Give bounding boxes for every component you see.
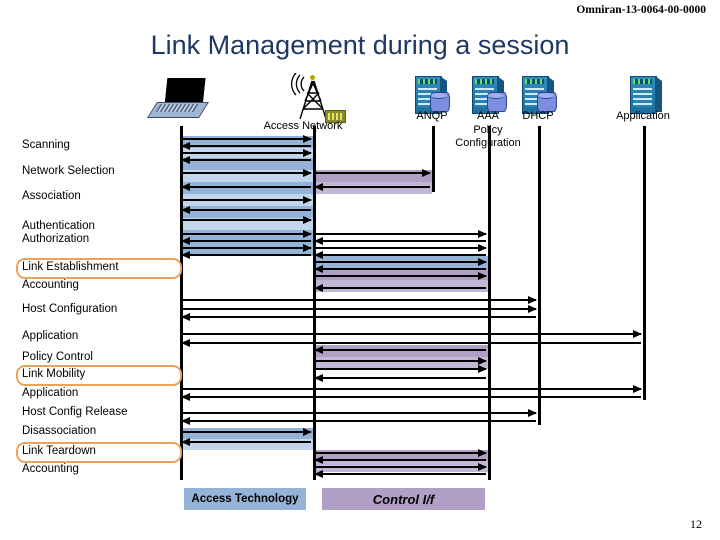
router-leds bbox=[328, 113, 343, 120]
message-arrow bbox=[182, 427, 312, 436]
lifeline-anqp bbox=[432, 126, 435, 192]
message-arrow bbox=[314, 182, 430, 191]
message-arrow bbox=[315, 364, 487, 373]
phase-label: Association bbox=[22, 190, 81, 202]
message-arrow bbox=[181, 141, 311, 150]
message-arrow bbox=[181, 236, 311, 245]
message-arrow bbox=[314, 250, 486, 259]
message-arrow bbox=[182, 229, 312, 238]
slide-canvas: Omniran-13-0064-00-0000 Link Management … bbox=[0, 0, 720, 540]
page-number: 12 bbox=[690, 517, 702, 531]
message-arrow bbox=[315, 257, 487, 266]
legend-item: Access Technology bbox=[184, 488, 306, 510]
message-arrow bbox=[315, 243, 487, 252]
message-band bbox=[313, 182, 432, 194]
message-arrow bbox=[314, 455, 486, 464]
message-arrow bbox=[182, 243, 312, 252]
message-arrow bbox=[182, 384, 642, 393]
message-band bbox=[313, 345, 488, 357]
laptop-keyboard bbox=[155, 104, 199, 112]
lifeline-aaa bbox=[488, 126, 491, 480]
message-arrow bbox=[314, 264, 486, 273]
server-slots bbox=[633, 88, 652, 107]
message-arrow bbox=[182, 295, 537, 304]
server-leds bbox=[633, 79, 652, 84]
message-arrow bbox=[314, 373, 486, 382]
lifeline-client bbox=[180, 126, 183, 480]
message-arrow bbox=[182, 408, 537, 417]
database-icon bbox=[430, 92, 450, 112]
message-arrow bbox=[315, 356, 487, 365]
message-arrow bbox=[181, 416, 536, 425]
phase-label: Authorization bbox=[22, 233, 90, 245]
message-arrow bbox=[181, 392, 641, 401]
server-icon-anqp bbox=[415, 76, 450, 114]
phase-label: Network Selection bbox=[22, 165, 115, 177]
phase-label: Accounting bbox=[22, 279, 79, 291]
actor-label-anqp: ANQP bbox=[416, 110, 448, 122]
phase-label: Accounting bbox=[22, 463, 79, 475]
phase-label: Link Teardown bbox=[22, 445, 96, 457]
phase-label: Application bbox=[22, 330, 79, 342]
message-arrow bbox=[182, 195, 312, 204]
server-leds bbox=[525, 79, 544, 84]
server-icon-dhcp bbox=[522, 76, 557, 114]
database-icon bbox=[487, 92, 507, 112]
phase-label: Authentication bbox=[22, 220, 95, 232]
actor-label-access-network: Access Network bbox=[263, 120, 343, 132]
message-arrow bbox=[315, 168, 431, 177]
message-arrow bbox=[314, 236, 486, 245]
message-arrow bbox=[315, 448, 487, 457]
actor-label-dhcp: DHCP bbox=[522, 110, 554, 122]
document-id: Omniran-13-0064-00-0000 bbox=[576, 4, 706, 16]
message-arrow bbox=[182, 329, 642, 338]
message-arrow bbox=[314, 469, 486, 478]
message-arrow bbox=[315, 229, 487, 238]
phase-label: Link Establishment bbox=[22, 261, 119, 273]
message-arrow bbox=[182, 148, 312, 157]
message-band bbox=[313, 280, 488, 292]
message-arrow bbox=[182, 215, 312, 224]
message-arrow bbox=[314, 283, 486, 292]
phase-label: Policy Control bbox=[22, 351, 93, 363]
server-leds bbox=[418, 79, 437, 84]
tower-tip bbox=[310, 75, 315, 80]
lifeline-dhcp bbox=[538, 126, 541, 425]
phase-label: Host Configuration bbox=[22, 303, 118, 315]
server-icon-aaa bbox=[472, 76, 507, 114]
message-band bbox=[180, 428, 313, 439]
database-icon bbox=[537, 92, 557, 112]
message-arrow bbox=[182, 168, 312, 177]
message-arrow bbox=[181, 155, 311, 164]
page-title: Link Management during a session bbox=[150, 30, 570, 60]
phase-label: Disassociation bbox=[22, 425, 97, 437]
laptop-icon bbox=[147, 78, 209, 120]
message-band bbox=[180, 182, 313, 194]
phase-label: Scanning bbox=[22, 139, 70, 151]
message-arrow bbox=[181, 182, 311, 191]
message-arrow bbox=[182, 304, 537, 313]
message-arrow bbox=[314, 345, 486, 354]
message-arrow bbox=[181, 437, 311, 446]
legend-item: Control I/f bbox=[322, 488, 485, 510]
actor-label-application: Application bbox=[616, 110, 670, 122]
server-icon-application bbox=[630, 76, 664, 114]
message-arrow bbox=[315, 462, 487, 471]
lifeline-application bbox=[643, 126, 646, 400]
message-arrow bbox=[181, 338, 641, 347]
server-leds bbox=[475, 79, 494, 84]
message-arrow bbox=[181, 312, 536, 321]
phase-label: Application bbox=[22, 387, 79, 399]
message-arrow bbox=[182, 134, 312, 143]
phase-label: Host Config Release bbox=[22, 406, 128, 418]
message-arrow bbox=[181, 205, 311, 214]
message-arrow bbox=[315, 271, 487, 280]
lifeline-access_net bbox=[313, 126, 316, 480]
phase-label: Link Mobility bbox=[22, 368, 86, 380]
message-band bbox=[180, 206, 313, 218]
message-arrow bbox=[181, 250, 311, 259]
